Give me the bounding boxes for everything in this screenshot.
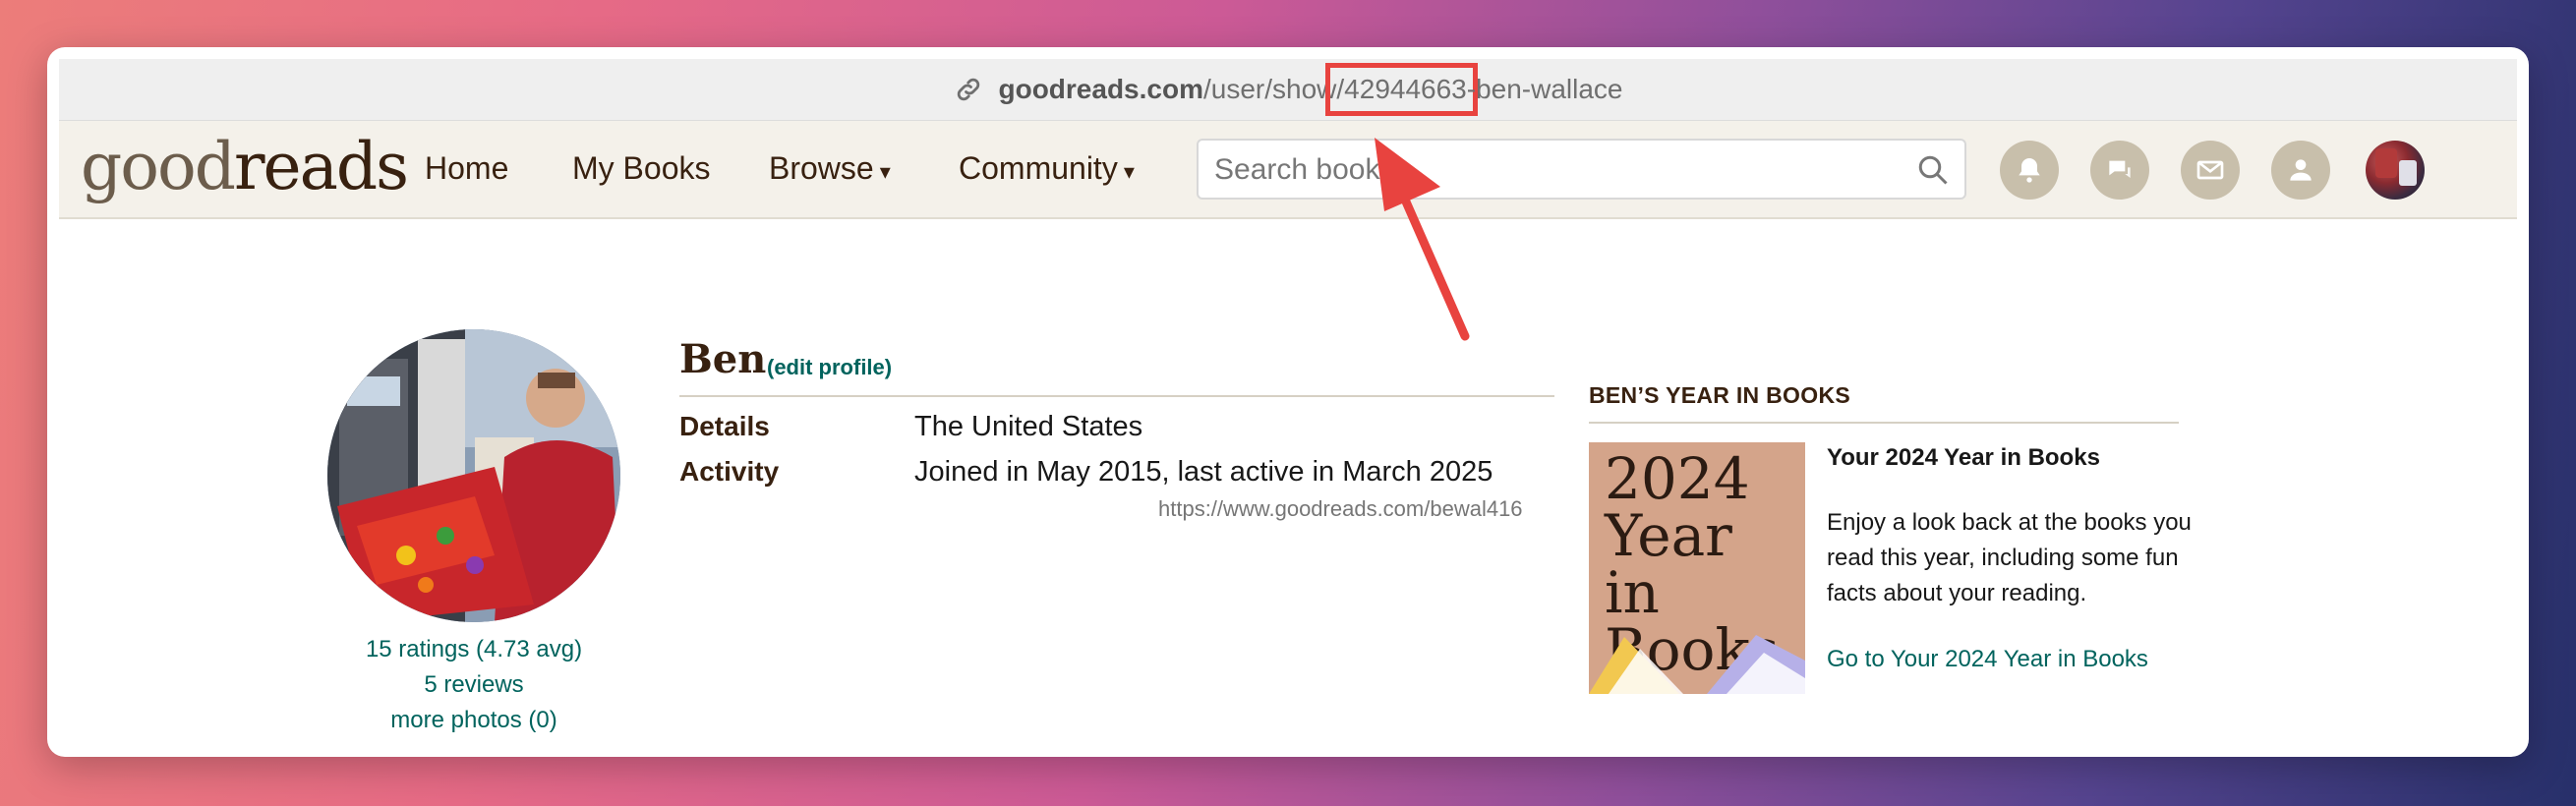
friends-person-icon[interactable] [2271,141,2330,200]
edit-profile-link[interactable]: (edit profile) [767,355,892,380]
caret-down-icon: ▾ [879,159,891,184]
discussions-chat-icon[interactable] [2090,141,2149,200]
year-in-books-image[interactable]: 2024 Year in Books [1589,442,1805,694]
search-icon[interactable] [1915,152,1951,188]
more-photos-link[interactable]: more photos (0) [327,703,620,738]
reviews-link[interactable]: 5 reviews [327,667,620,703]
user-avatar[interactable] [2366,141,2425,200]
activity-value: Joined in May 2015, last active in March… [914,456,1493,488]
url-path: /user/show [1202,74,1337,104]
profile-stats: 15 ratings (4.73 avg) 5 reviews more pho… [327,632,620,738]
notifications-bell-icon[interactable] [2000,141,2059,200]
details-value: The United States [914,411,1143,442]
nav-community[interactable]: Community ▾ [959,150,1135,187]
divider [679,395,1554,397]
details-label: Details [679,411,770,441]
profile-name: Ben [679,336,767,382]
search-input[interactable] [1212,148,1904,192]
search-box [1197,139,1966,200]
profile-photo[interactable] [327,329,620,622]
profile-url[interactable]: https://www.goodreads.com/bewal416 [1158,496,1523,522]
nav-browse[interactable]: Browse ▾ [769,150,891,187]
browser-window: goodreads.com/user/show/42944663 -ben-wal… [47,47,2529,757]
year-in-books-heading: BEN’S YEAR IN BOOKS [1589,382,1850,408]
url-user-id-highlight: /42944663 [1325,63,1478,116]
year-in-books-title: Your 2024 Year in Books [1827,444,2100,471]
activity-label: Activity [679,456,780,487]
nav-home[interactable]: Home [425,150,508,187]
url-path-suffix: -ben-wallace [1466,74,1623,104]
caret-down-icon: ▾ [1123,159,1135,184]
messages-envelope-icon[interactable] [2181,141,2240,200]
address-bar[interactable]: goodreads.com/user/show/42944663 -ben-wal… [59,59,2517,121]
ratings-link[interactable]: 15 ratings (4.73 avg) [327,632,620,667]
year-in-books-body: Enjoy a look back at the books you read … [1827,509,2192,606]
year-in-books-link[interactable]: Go to Your 2024 Year in Books [1827,646,2148,673]
link-icon [957,78,979,101]
url-domain: goodreads.com [998,74,1203,104]
nav-my-books[interactable]: My Books [572,150,710,187]
divider [1589,422,2179,424]
goodreads-logo[interactable]: goodreads [81,135,409,200]
site-header: goodreads Home My Books Browse ▾ Communit… [59,121,2517,219]
